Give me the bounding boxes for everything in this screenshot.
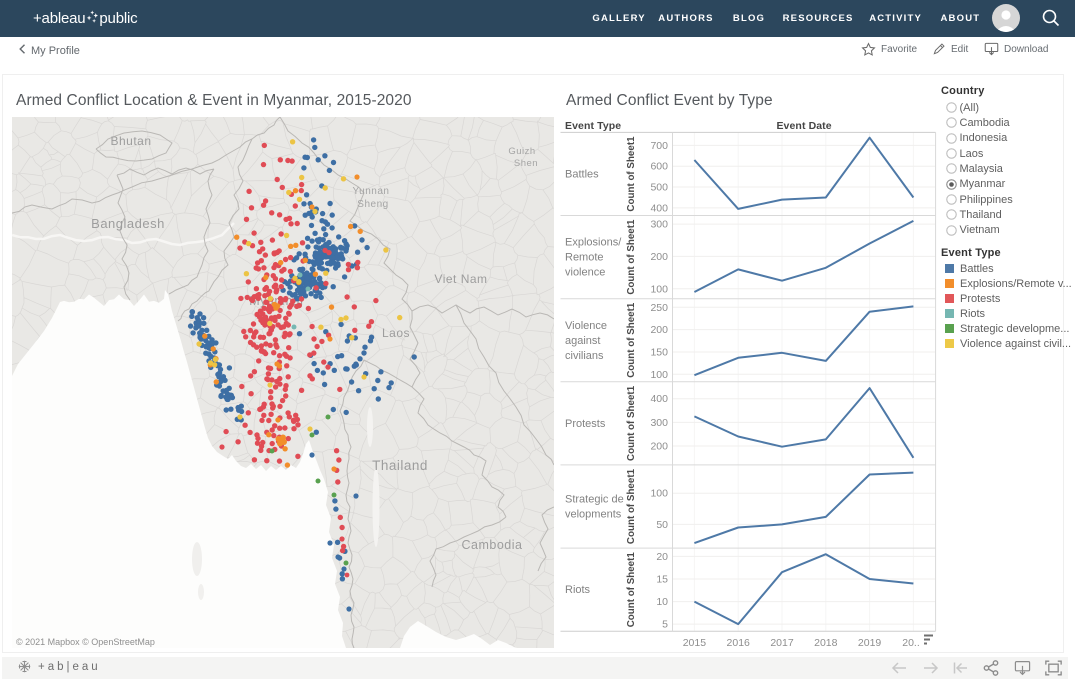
svg-text:Count of Sheet1: Count of Sheet1 xyxy=(626,552,637,628)
svg-text:Protests: Protests xyxy=(565,418,606,430)
svg-text:200: 200 xyxy=(650,251,668,263)
svg-text:10: 10 xyxy=(656,596,668,608)
svg-text:civilians: civilians xyxy=(565,350,604,362)
svg-text:400: 400 xyxy=(650,202,668,214)
svg-text:Strategic de: Strategic de xyxy=(565,494,624,506)
svg-text:300: 300 xyxy=(650,219,668,231)
svg-text:Riots: Riots xyxy=(565,584,591,596)
svg-text:Viet Nam: Viet Nam xyxy=(434,272,487,286)
svg-text:15: 15 xyxy=(656,574,668,586)
svg-text:2019: 2019 xyxy=(858,637,882,649)
svg-text:Thailand: Thailand xyxy=(372,458,428,473)
svg-text:Count of Sheet1: Count of Sheet1 xyxy=(626,302,637,378)
svg-text:Count of Sheet1: Count of Sheet1 xyxy=(626,136,637,212)
svg-text:Laos: Laos xyxy=(382,326,410,340)
svg-text:velopments: velopments xyxy=(565,509,622,521)
svg-text:Bhutan: Bhutan xyxy=(110,134,151,148)
svg-text:Guizh: Guizh xyxy=(508,146,535,157)
svg-text:600: 600 xyxy=(650,161,668,173)
svg-text:Event Type: Event Type xyxy=(565,120,621,132)
svg-text:against: against xyxy=(565,335,600,347)
svg-text:© 2021 Mapbox © OpenStreetMap: © 2021 Mapbox © OpenStreetMap xyxy=(16,637,155,647)
svg-text:Yunnan: Yunnan xyxy=(353,186,390,197)
svg-text:200: 200 xyxy=(650,324,668,336)
svg-text:150: 150 xyxy=(650,347,668,359)
svg-text:Event Date: Event Date xyxy=(776,120,831,132)
svg-text:Shen: Shen xyxy=(514,158,538,169)
svg-text:100: 100 xyxy=(650,369,668,381)
svg-text:400: 400 xyxy=(650,393,668,405)
svg-text:500: 500 xyxy=(650,182,668,194)
svg-text:2015: 2015 xyxy=(683,637,707,649)
svg-text:Remote: Remote xyxy=(565,252,604,264)
svg-text:250: 250 xyxy=(650,302,668,314)
svg-text:2016: 2016 xyxy=(727,637,751,649)
svg-text:Battles: Battles xyxy=(565,169,599,181)
svg-text:50: 50 xyxy=(656,519,668,531)
svg-text:700: 700 xyxy=(650,140,668,152)
svg-text:violence: violence xyxy=(565,267,605,279)
svg-text:Cambodia: Cambodia xyxy=(462,538,523,552)
svg-text:100: 100 xyxy=(650,283,668,295)
svg-text:Count of Sheet1: Count of Sheet1 xyxy=(626,468,637,544)
svg-text:2018: 2018 xyxy=(814,637,838,649)
svg-text:100: 100 xyxy=(650,488,668,500)
svg-text:2017: 2017 xyxy=(770,637,794,649)
svg-text:Sheng: Sheng xyxy=(357,199,388,210)
svg-text:Bangladesh: Bangladesh xyxy=(91,216,165,231)
svg-text:20: 20 xyxy=(656,551,668,563)
svg-text:Violence: Violence xyxy=(565,320,607,332)
svg-text:Explosions/: Explosions/ xyxy=(565,237,622,249)
svg-text:20..: 20.. xyxy=(902,637,920,649)
svg-text:Count of Sheet1: Count of Sheet1 xyxy=(626,385,637,461)
svg-text:200: 200 xyxy=(650,441,668,453)
svg-text:300: 300 xyxy=(650,417,668,429)
svg-text:5: 5 xyxy=(662,619,668,631)
svg-text:Count of Sheet1: Count of Sheet1 xyxy=(626,219,637,295)
